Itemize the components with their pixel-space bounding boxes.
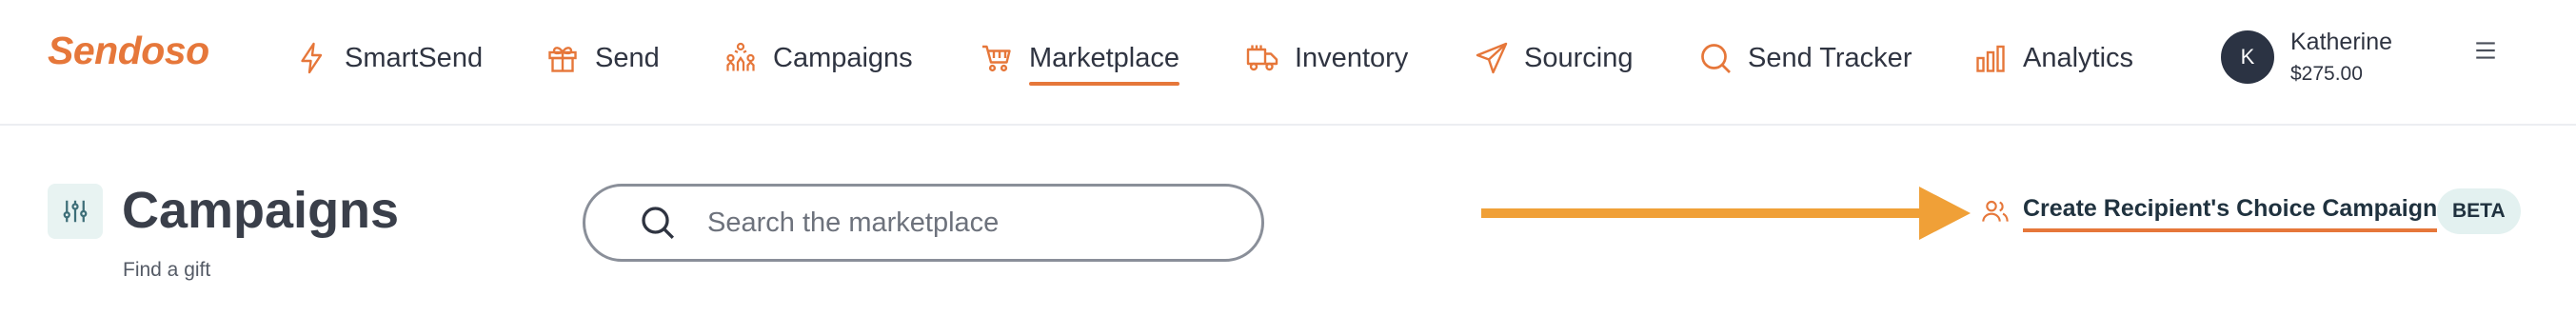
pointer-arrow-icon — [1481, 187, 1971, 240]
nav-analytics[interactable]: Analytics — [1973, 34, 2133, 82]
nav-smartsend[interactable]: SmartSend — [295, 34, 483, 82]
nav-campaigns[interactable]: Campaigns — [723, 34, 913, 82]
nav-label: SmartSend — [345, 42, 484, 73]
truck-icon — [1246, 45, 1278, 71]
search-icon — [642, 207, 675, 240]
avatar[interactable]: K — [2221, 30, 2274, 84]
nav-sourcing[interactable]: Sourcing — [1475, 34, 1633, 82]
nav-label: Send Tracker — [1748, 42, 1912, 73]
users-icon — [1982, 200, 2009, 222]
beta-badge: BETA — [2437, 188, 2521, 234]
nav-label: Inventory — [1295, 42, 1409, 73]
bolt-icon — [301, 42, 323, 74]
nav-label: Sourcing — [1524, 42, 1634, 73]
filter-button[interactable] — [48, 184, 103, 239]
marketplace-search[interactable] — [583, 184, 1264, 262]
campaign-people-icon — [726, 42, 755, 71]
nav-label: Marketplace — [1029, 42, 1179, 86]
nav-label: Analytics — [2023, 42, 2134, 73]
user-name[interactable]: Katherine — [2290, 29, 2392, 56]
hamburger-menu-icon[interactable] — [2473, 38, 2498, 63]
bar-chart-icon — [1976, 45, 2005, 72]
user-balance: $275.00 — [2290, 63, 2363, 85]
sliders-icon — [63, 200, 88, 223]
nav-marketplace[interactable]: Marketplace — [980, 34, 1179, 86]
page-subtitle: Find a gift — [123, 259, 211, 281]
nav-inventory[interactable]: Inventory — [1245, 34, 1408, 82]
paper-plane-icon — [1476, 42, 1508, 74]
gift-icon — [548, 47, 577, 72]
nav-label: Campaigns — [773, 42, 913, 73]
sendoso-logo[interactable]: Sendoso — [48, 29, 209, 73]
cart-icon — [982, 45, 1011, 72]
nav-send-tracker[interactable]: Send Tracker — [1698, 34, 1912, 82]
search-input[interactable] — [705, 206, 1223, 240]
nav-label: Send — [595, 42, 660, 73]
page-title: Campaigns — [122, 182, 400, 239]
top-navigation-bar: Sendoso SmartSend Send Campaigns Marketp… — [0, 0, 2576, 126]
create-recipients-choice-campaign-link[interactable]: Create Recipient's Choice Campaign — [2023, 195, 2438, 232]
nav-send[interactable]: Send — [545, 34, 660, 82]
search-icon — [1701, 44, 1731, 73]
